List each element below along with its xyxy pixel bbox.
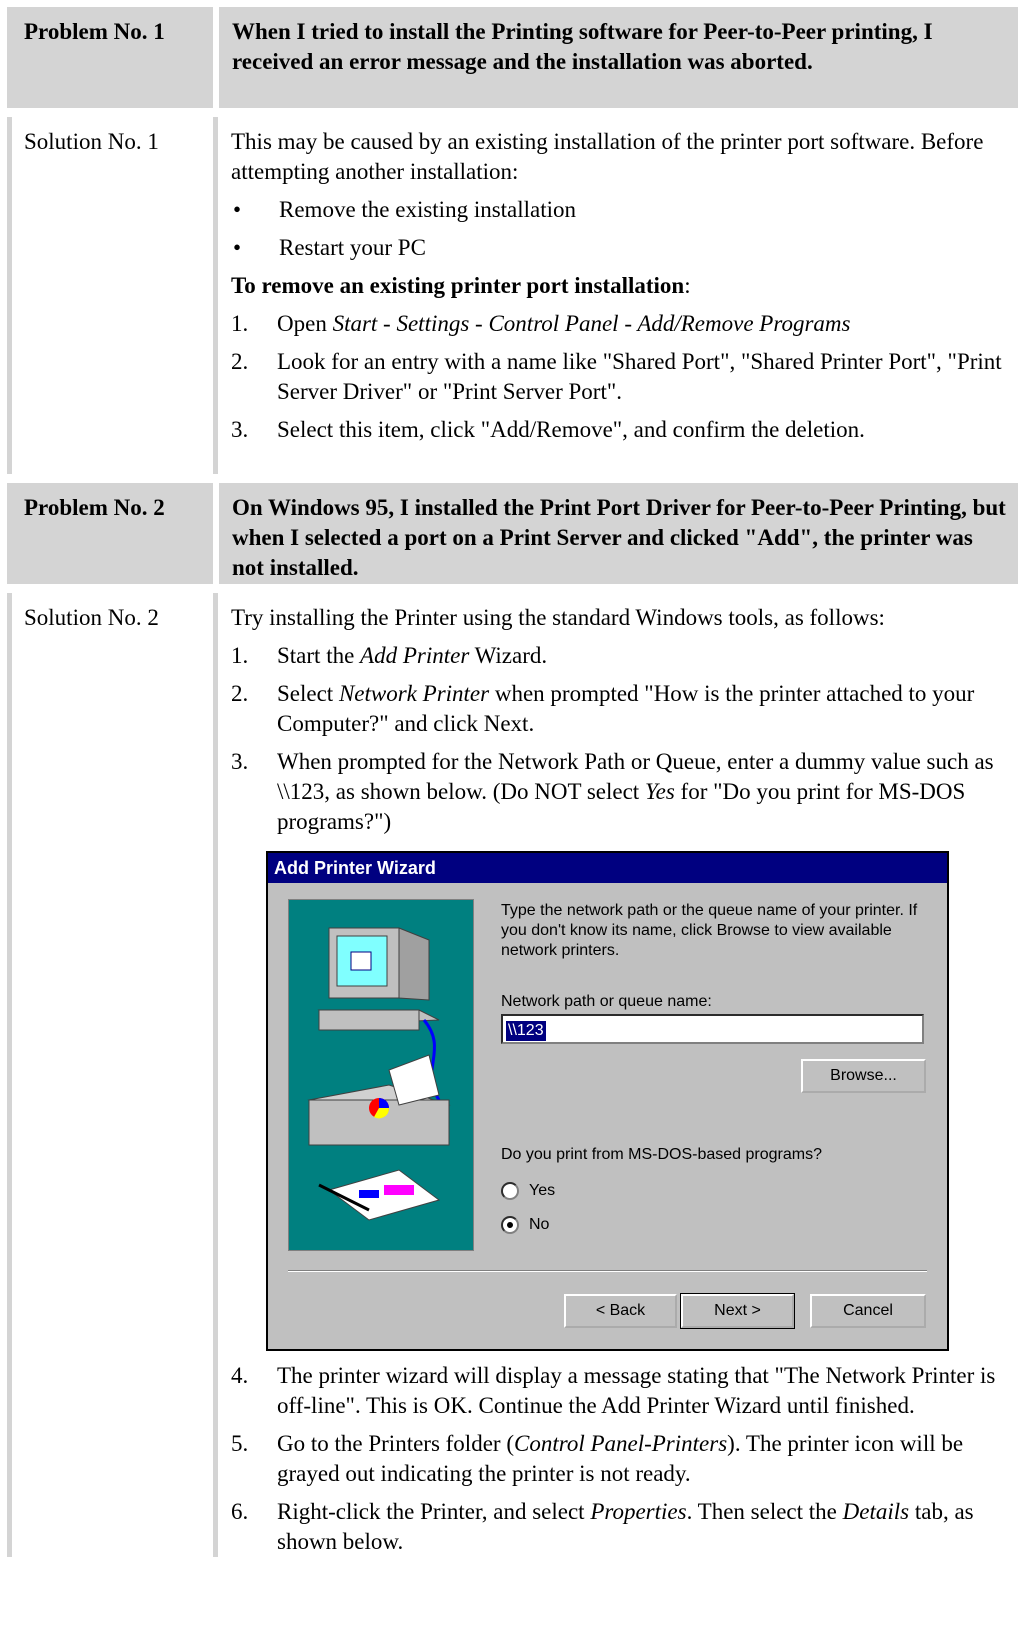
dialog-description: Type the network path or the queue name …: [501, 902, 918, 959]
step-item: 2. Select Network Printer when prompted "…: [231, 681, 975, 736]
step-item: 4. The printer wizard will display a mess…: [231, 1363, 996, 1418]
back-button[interactable]: < Back: [564, 1294, 677, 1328]
solution-2-label: Solution No. 2: [24, 605, 159, 630]
next-button[interactable]: Next >: [680, 1293, 795, 1329]
problem-2-label: Problem No. 2: [24, 495, 165, 520]
network-path-label: Network path or queue name:: [501, 993, 712, 1010]
step-item: 1. Start the Add Printer Wizard.: [231, 643, 548, 668]
step-item: 6. Right-click the Printer, and select Pr…: [231, 1499, 974, 1554]
add-printer-wizard-dialog: Add Printer Wizard Type the network path…: [266, 851, 949, 1351]
bullet-item: • Restart your PC: [233, 235, 426, 260]
no-radio[interactable]: No: [501, 1210, 549, 1240]
problem-2-text: On Windows 95, I installed the Print Por…: [232, 495, 1006, 580]
solution-2-row: Solution No. 2 Try installing the Printe…: [7, 593, 1018, 1557]
step-item: 3. Select this item, click "Add/Remove", …: [231, 417, 865, 442]
browse-button[interactable]: Browse...: [801, 1059, 926, 1093]
dialog-title: Add Printer Wizard: [268, 853, 947, 883]
msdos-question: Do you print from MS-DOS-based programs?: [501, 1146, 822, 1163]
step-item: 5. Go to the Printers folder (Control Pan…: [231, 1431, 964, 1486]
network-path-input[interactable]: \\123: [501, 1014, 924, 1044]
solution-1-row: Solution No. 1 This may be caused by an …: [7, 117, 1018, 474]
problem-1-label: Problem No. 1: [24, 19, 165, 44]
bullet-item: • Remove the existing installation: [233, 197, 577, 222]
section-heading: To remove an existing printer port insta…: [231, 273, 691, 298]
problem-1-row: Problem No. 1 When I tried to install th…: [7, 7, 1018, 108]
radio-button-icon: [501, 1216, 519, 1234]
step-item: 1. Open Start - Settings - Control Panel …: [231, 311, 851, 336]
wizard-illustration: [288, 899, 474, 1251]
solution-2-intro: Try installing the Printer using the sta…: [231, 605, 885, 630]
troubleshooting-table: Problem No. 1 When I tried to install th…: [7, 7, 1018, 1557]
solution-1-intro: This may be caused by an existing instal…: [231, 129, 984, 184]
cancel-button[interactable]: Cancel: [810, 1294, 926, 1328]
problem-2-row: Problem No. 2 On Windows 95, I installed…: [7, 483, 1018, 584]
problem-1-text: When I tried to install the Printing sof…: [232, 19, 933, 74]
radio-button-icon: [501, 1182, 519, 1200]
solution-1-label: Solution No. 1: [24, 129, 159, 154]
step-item: 2. Look for an entry with a name like "Sh…: [231, 349, 1002, 404]
dialog-divider: [288, 1270, 927, 1272]
step-item: 3. When prompted for the Network Path or …: [231, 749, 994, 834]
yes-radio[interactable]: Yes: [501, 1176, 555, 1206]
